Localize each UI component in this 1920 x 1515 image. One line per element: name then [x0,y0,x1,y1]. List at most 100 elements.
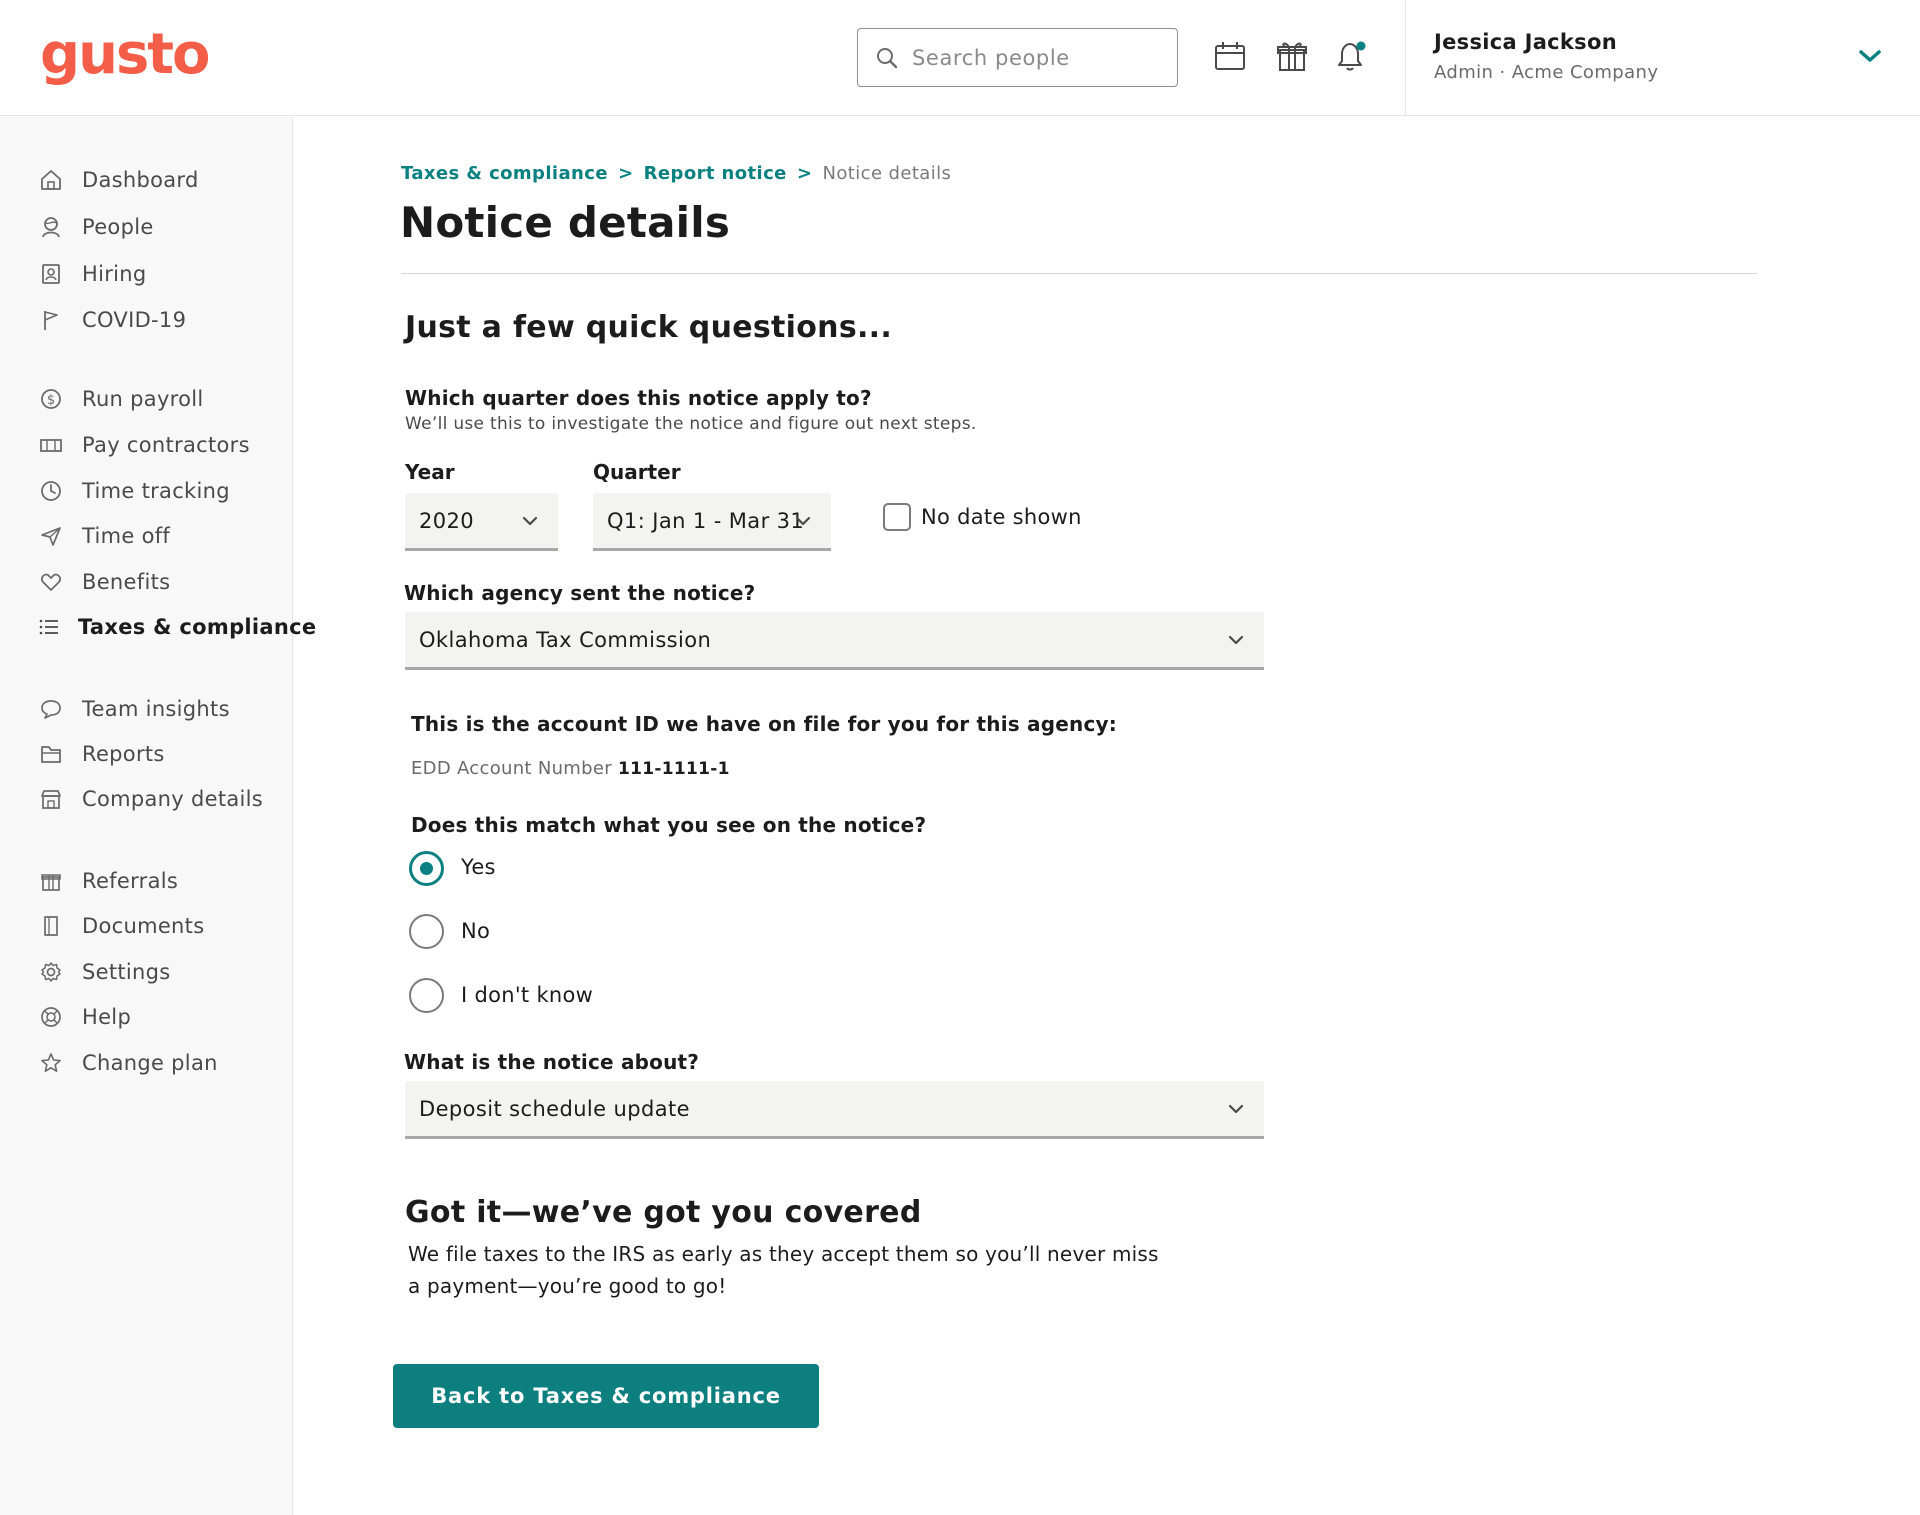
store-icon [38,786,64,812]
home-icon [38,167,64,193]
heart-icon [38,569,64,595]
list-icon [38,614,60,640]
sidebar-item-label: Run payroll [82,387,204,411]
year-label: Year [405,460,455,484]
user-role: Admin · Acme Company [1434,62,1659,83]
about-select[interactable]: Deposit schedule update [405,1081,1264,1139]
sidebar-item-label: Hiring [82,262,147,286]
sidebar-item-covid-19[interactable]: COVID-19 [38,303,288,337]
sidebar-item-label: Referrals [82,869,179,893]
search-placeholder: Search people [912,45,1070,70]
sidebar-item-team-insights[interactable]: Team insights [38,692,288,726]
cash-icon [38,432,64,458]
gusto-logo[interactable]: gusto [40,22,211,88]
breadcrumb: Taxes & compliance > Report notice > Not… [401,163,951,184]
sidebar-item-time-tracking[interactable]: Time tracking [38,474,288,508]
radio-no-label[interactable]: No [461,919,490,943]
search-input[interactable]: Search people [857,28,1178,87]
chevron-down-icon [1226,632,1246,648]
sidebar-item-hiring[interactable]: Hiring [38,257,288,291]
breadcrumb-report-notice[interactable]: Report notice [644,163,787,184]
account-number: EDD Account Number 111-1111-1 [411,758,730,779]
about-select-value: Deposit schedule update [419,1096,690,1121]
sidebar-item-label: Benefits [82,570,171,594]
sidebar-item-run-payroll[interactable]: $ Run payroll [38,382,288,416]
people-icon [38,214,64,240]
breadcrumb-taxes-compliance[interactable]: Taxes & compliance [401,163,608,184]
user-name[interactable]: Jessica Jackson [1434,30,1617,54]
chat-icon [38,696,64,722]
year-select-value: 2020 [419,508,475,533]
radio-no[interactable] [409,914,444,949]
plane-icon [38,523,64,549]
agency-select[interactable]: Oklahoma Tax Commission [405,612,1264,670]
sidebar-item-taxes-compliance[interactable]: Taxes & compliance [38,610,316,644]
sidebar-item-reports[interactable]: Reports [38,737,288,771]
title-divider [401,273,1757,274]
sidebar-item-label: Documents [82,914,205,938]
gift-icon[interactable] [1274,38,1310,74]
sidebar-item-label: People [82,215,154,239]
result-body: We file taxes to the IRS as early as the… [408,1242,1159,1298]
sidebar-item-label: Pay contractors [82,433,250,457]
radio-yes-label[interactable]: Yes [461,855,496,879]
sidebar-item-people[interactable]: People [38,210,288,244]
chevron-down-icon [1226,1101,1246,1117]
sidebar-item-label: Help [82,1005,132,1029]
header-divider [1405,0,1406,116]
top-bar: gusto Search people Jessica Jackson Admi… [0,0,1920,116]
back-to-taxes-button[interactable]: Back to Taxes & compliance [393,1364,819,1428]
section-title: Just a few quick questions... [405,310,893,345]
quarter-label: Quarter [593,460,681,484]
sidebar-item-label: Change plan [82,1051,218,1075]
page-title: Notice details [400,198,731,247]
sidebar-item-help[interactable]: Help [38,1000,288,1034]
sidebar-item-benefits[interactable]: Benefits [38,565,288,599]
sidebar-item-label: COVID-19 [82,308,187,332]
sidebar-item-label: Dashboard [82,168,199,192]
sidebar-item-label: Company details [82,787,264,811]
quarter-select[interactable]: Q1: Jan 1 - Mar 31 [593,493,831,551]
sidebar-item-pay-contractors[interactable]: Pay contractors [38,428,288,462]
gift-icon [38,868,64,894]
no-date-label[interactable]: No date shown [921,505,1082,529]
no-date-checkbox[interactable] [883,503,911,531]
gear-icon [38,959,64,985]
folder-icon [38,741,64,767]
sidebar-item-change-plan[interactable]: Change plan [38,1046,288,1080]
bell-icon[interactable] [1333,38,1369,74]
search-icon [874,45,900,71]
sidebar-item-label: Reports [82,742,165,766]
quarter-help-text: We’ll use this to investigate the notice… [405,414,977,434]
sidebar-item-referrals[interactable]: Referrals [38,864,288,898]
sidebar-item-company-details[interactable]: Company details [38,782,288,816]
sidebar-item-time-off[interactable]: Time off [38,519,288,553]
agency-select-value: Oklahoma Tax Commission [419,627,712,652]
year-select[interactable]: 2020 [405,493,558,551]
chevron-down-icon [793,513,813,529]
agency-question: Which agency sent the notice? [404,581,756,605]
sidebar-item-documents[interactable]: Documents [38,909,288,943]
quarter-select-value: Q1: Jan 1 - Mar 31 [607,508,805,533]
sidebar-item-label: Settings [82,960,171,984]
sidebar-item-label: Team insights [82,697,230,721]
hiring-icon [38,261,64,287]
sidebar-item-label: Time tracking [82,479,230,503]
sidebar-item-dashboard[interactable]: Dashboard [38,163,288,197]
chevron-down-icon[interactable] [1855,44,1885,68]
radio-yes[interactable] [409,851,444,886]
breadcrumb-separator: > [618,163,634,184]
dollar-icon: $ [38,386,64,412]
flag-icon [38,307,64,333]
document-icon [38,913,64,939]
sidebar-item-settings[interactable]: Settings [38,955,288,989]
sidebar-item-label: Taxes & compliance [78,615,317,639]
chevron-down-icon [520,513,540,529]
radio-dont-know-label[interactable]: I don't know [461,983,593,1007]
calendar-icon[interactable] [1212,38,1248,74]
sidebar: Dashboard People Hiring COVID-19 $ Run p… [0,117,316,1515]
breadcrumb-current: Notice details [822,163,952,184]
about-question: What is the notice about? [404,1050,700,1074]
account-number-label: EDD Account Number [411,758,612,779]
radio-dont-know[interactable] [409,978,444,1013]
